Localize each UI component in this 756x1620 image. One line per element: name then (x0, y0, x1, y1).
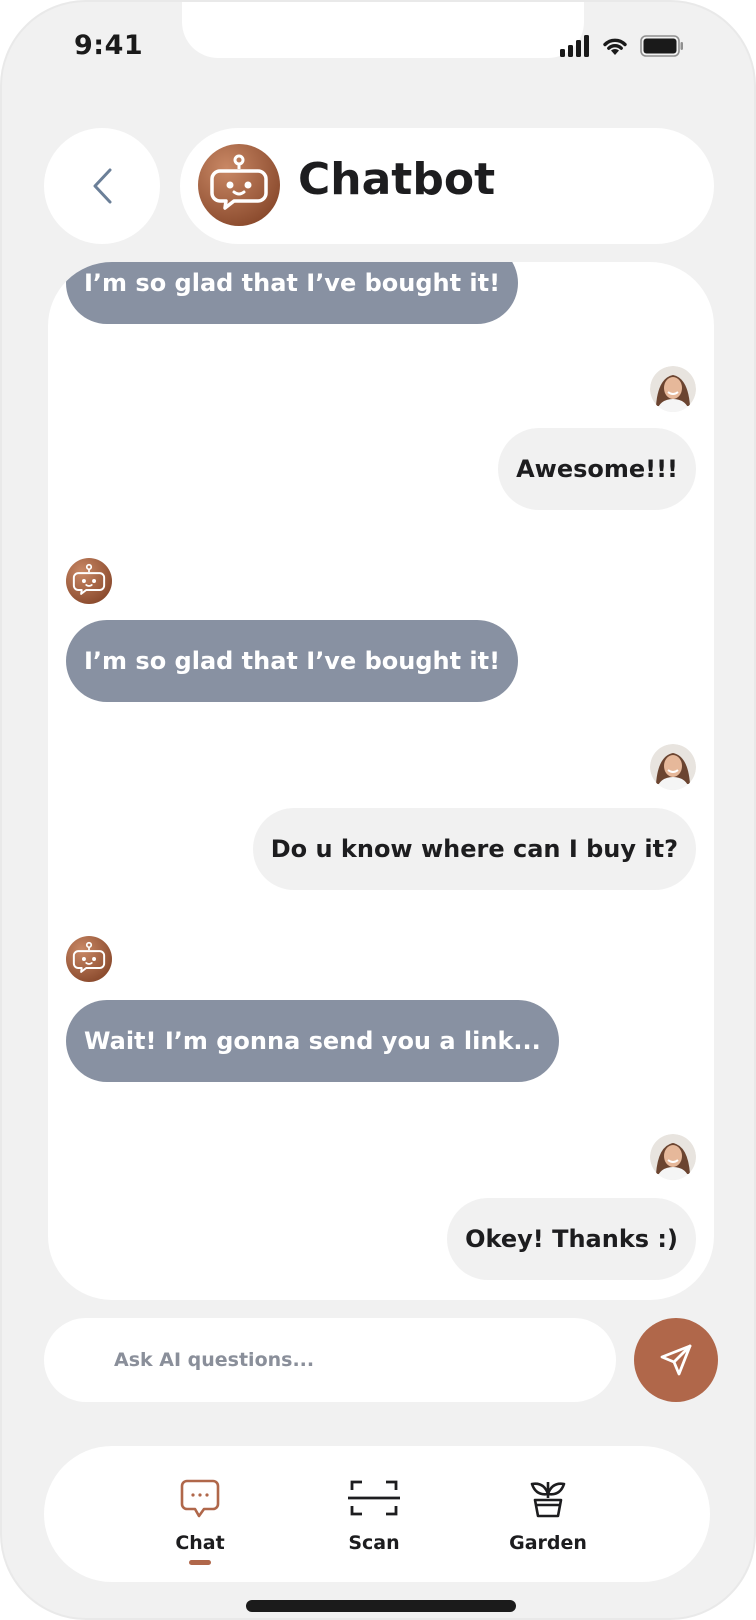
page-title: Chatbot (298, 154, 496, 205)
wifi-icon (603, 38, 627, 55)
send-icon (660, 1344, 692, 1376)
plant-pot-icon (488, 1476, 608, 1520)
user-message-bubble: Okey! Thanks :) (447, 1198, 696, 1280)
user-avatar (650, 366, 696, 412)
tab-scan[interactable]: Scan (314, 1476, 434, 1554)
chat-header: Chatbot (180, 128, 714, 244)
tab-label: Scan (348, 1532, 400, 1554)
user-avatar-photo (650, 744, 696, 790)
send-button[interactable] (634, 1318, 718, 1402)
battery-icon (640, 35, 683, 57)
chatbot-avatar-icon (198, 144, 280, 226)
user-message-bubble: Do u know where can I buy it? (252, 808, 696, 890)
user-avatar (650, 1134, 696, 1180)
bot-message-bubble: I’m so glad that I’ve bought it! (66, 620, 519, 702)
chatbot-avatar-icon (66, 558, 112, 604)
home-indicator (246, 1600, 516, 1612)
chatbot-avatar-icon (66, 936, 112, 982)
message-input[interactable] (114, 1318, 594, 1402)
back-button[interactable] (44, 128, 160, 244)
composer (44, 1318, 616, 1402)
chevron-left-icon (93, 168, 112, 204)
notch (182, 2, 584, 58)
phone-frame: 9:41 Chatbot I’m so glad that I’ve bough… (0, 0, 756, 1620)
tab-label: Garden (509, 1532, 587, 1554)
tab-label: Chat (175, 1532, 225, 1554)
tab-chat[interactable]: Chat (140, 1476, 260, 1565)
bot-message-bubble: Wait! I’m gonna send you a link... (66, 1000, 559, 1082)
status-time: 9:41 (74, 30, 144, 61)
user-avatar (650, 744, 696, 790)
active-tab-indicator (189, 1560, 211, 1565)
scan-frame-icon (314, 1476, 434, 1520)
user-message-bubble: Awesome!!! (498, 428, 696, 510)
chat-bubble-icon (140, 1476, 260, 1520)
bottom-tab-bar: Chat Scan Garden (44, 1446, 710, 1582)
signal-icon (560, 35, 589, 57)
user-avatar-photo (650, 366, 696, 412)
tab-garden[interactable]: Garden (488, 1476, 608, 1554)
user-avatar-photo (650, 1134, 696, 1180)
message-list[interactable]: I’m so glad that I’ve bought it! Awesome… (48, 262, 714, 1300)
bot-message-bubble: I’m so glad that I’ve bought it! (66, 262, 519, 324)
